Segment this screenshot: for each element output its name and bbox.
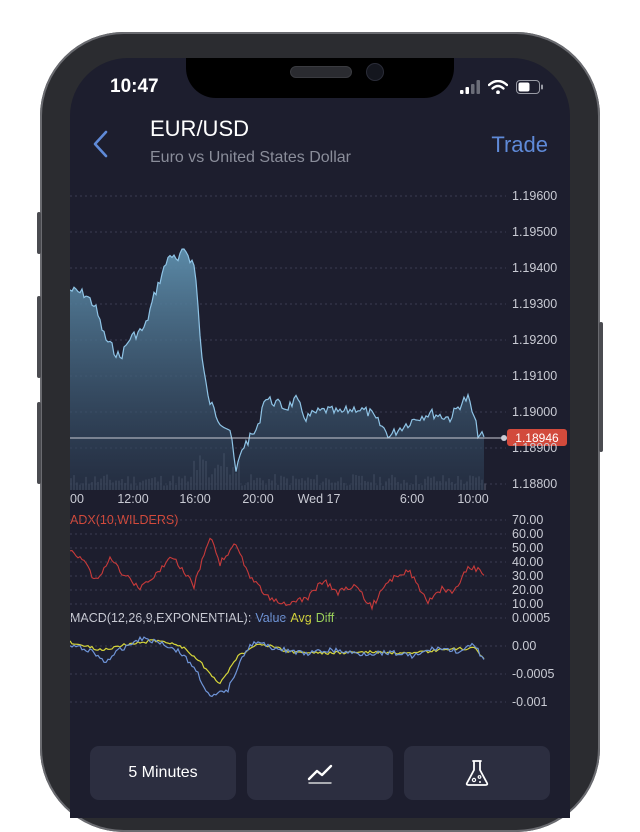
app-screen: 10:47 EUR/USD Euro vs United States Doll… xyxy=(70,58,570,818)
macd-y-tick: -0.001 xyxy=(512,695,547,709)
adx-y-tick: 10.00 xyxy=(512,597,543,611)
power-button xyxy=(599,322,603,452)
line-chart-icon xyxy=(307,764,333,784)
adx-y-tick: 70.00 xyxy=(512,513,543,527)
price-y-tick: 1.18800 xyxy=(512,477,557,491)
price-x-tick: 20:00 xyxy=(242,492,273,506)
price-y-axis: 1.19600 1.19500 1.19400 1.19300 1.19200 … xyxy=(512,189,557,491)
price-x-tick: Wed 17 xyxy=(298,492,341,506)
chart-type-button[interactable] xyxy=(247,746,393,800)
chart-toolbar: 5 Minutes xyxy=(90,746,550,800)
flask-icon xyxy=(465,760,489,786)
price-y-tick: 1.19500 xyxy=(512,225,557,239)
interval-button[interactable]: 5 Minutes xyxy=(90,746,236,800)
price-y-tick: 1.19000 xyxy=(512,405,557,419)
price-x-axis: 00 12:00 16:00 20:00 Wed 17 6:00 10:00 xyxy=(70,492,489,506)
price-x-tick: 16:00 xyxy=(179,492,210,506)
interval-label: 5 Minutes xyxy=(128,764,198,781)
adx-y-tick: 60.00 xyxy=(512,527,543,541)
price-x-tick: 6:00 xyxy=(400,492,424,506)
price-y-tick: 1.18900 xyxy=(512,441,557,455)
macd-y-axis: 0.0005 0.00 -0.0005 -0.001 xyxy=(512,611,554,709)
adx-y-tick: 50.00 xyxy=(512,541,543,555)
volume-up-button xyxy=(37,296,41,378)
price-x-tick: 00 xyxy=(70,492,84,506)
macd-y-tick: 0.0005 xyxy=(512,611,550,625)
silent-switch xyxy=(37,212,41,254)
adx-y-tick: 40.00 xyxy=(512,555,543,569)
price-y-tick: 1.19600 xyxy=(512,189,557,203)
price-y-tick: 1.19200 xyxy=(512,333,557,347)
macd-y-tick: -0.0005 xyxy=(512,667,554,681)
studies-button[interactable] xyxy=(404,746,550,800)
chart-area[interactable]: 1.18946 1.19600 1.19500 1.19400 1.19300 … xyxy=(70,58,570,738)
price-area xyxy=(70,249,484,490)
price-y-tick: 1.19400 xyxy=(512,261,557,275)
price-x-tick: 12:00 xyxy=(117,492,148,506)
adx-y-tick: 30.00 xyxy=(512,569,543,583)
adx-y-axis: 70.00 60.00 50.00 40.00 30.00 20.00 10.0… xyxy=(512,513,543,611)
price-y-tick: 1.19300 xyxy=(512,297,557,311)
volume-bar xyxy=(484,483,486,490)
macd-y-tick: 0.00 xyxy=(512,639,536,653)
adx-y-tick: 20.00 xyxy=(512,583,543,597)
price-x-tick: 10:00 xyxy=(457,492,488,506)
current-price-dot xyxy=(501,435,507,441)
adx-line xyxy=(70,537,485,611)
price-y-tick: 1.19100 xyxy=(512,369,557,383)
volume-down-button xyxy=(37,402,41,484)
